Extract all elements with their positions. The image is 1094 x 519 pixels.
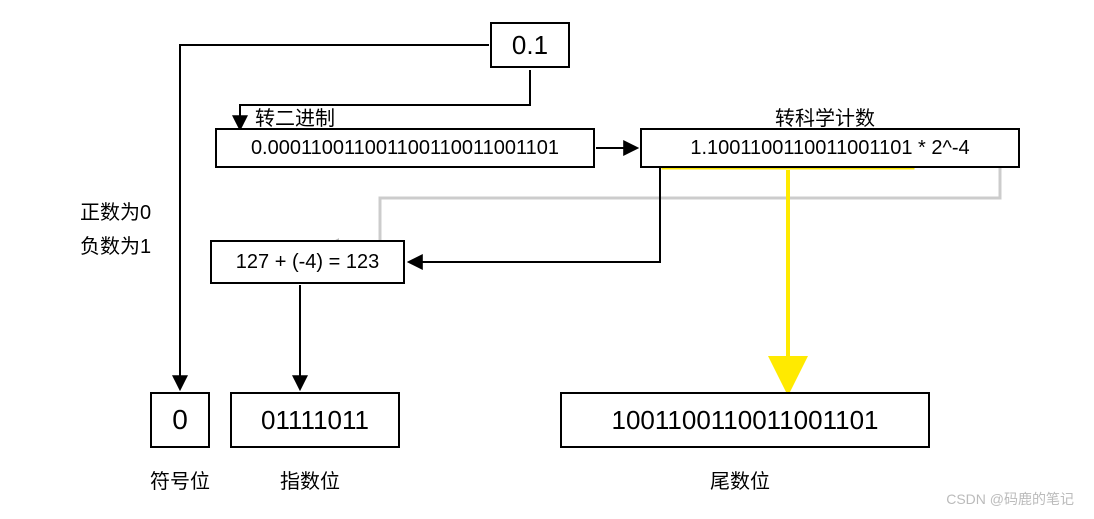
sign-bit-box: 0 <box>150 392 210 448</box>
exponent-bits-box: 01111011 <box>230 392 400 448</box>
sign-bit-label: 符号位 <box>150 465 210 494</box>
positive-sign-label: 正数为0 <box>80 196 151 225</box>
mantissa-bits-box: 1001100110011001101 <box>560 392 930 448</box>
negative-sign-label: 负数为1 <box>80 230 151 259</box>
scientific-value-box: 1.1001100110011001101 * 2^-4 <box>640 128 1020 168</box>
binary-value-box: 0.000110011001100110011001101 <box>215 128 595 168</box>
exponent-bits-label: 指数位 <box>280 465 340 494</box>
mantissa-bits-label: 尾数位 <box>710 465 770 494</box>
binary-conversion-label: 转二进制 <box>255 102 335 131</box>
decimal-value-box: 0.1 <box>490 22 570 68</box>
exponent-formula-box: 127 + (-4) = 123 <box>210 240 405 284</box>
watermark-text: CSDN @码鹿的笔记 <box>946 489 1074 509</box>
scientific-notation-label: 转科学计数 <box>775 102 875 131</box>
